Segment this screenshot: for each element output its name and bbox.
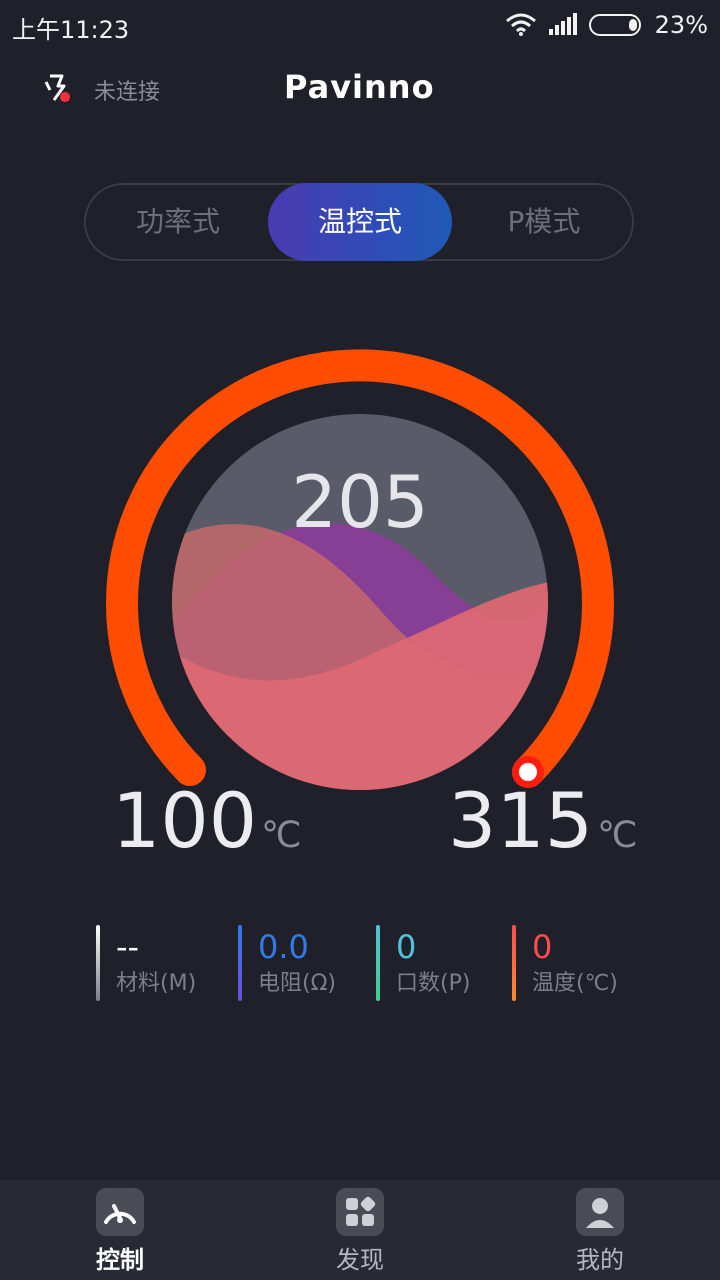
battery-percent: 23%	[654, 11, 708, 39]
app-header: 未连接 Pavinno	[0, 60, 720, 120]
stat-temperature: 0 温度(℃)	[512, 925, 618, 1003]
tab-p-mode[interactable]: P模式	[452, 183, 636, 261]
min-temperature: 100 ℃	[112, 776, 302, 865]
disconnected-device-icon[interactable]	[42, 72, 72, 104]
stat-resistance: 0.0 电阻(Ω)	[238, 925, 336, 1003]
stat-material: -- 材料(M)	[96, 925, 196, 1003]
connection-status[interactable]: 未连接	[94, 74, 160, 106]
gauge-icon	[96, 1188, 144, 1236]
tab-profile[interactable]: 我的	[480, 1180, 720, 1280]
wifi-icon	[505, 13, 536, 36]
max-temperature: 315 ℃	[448, 776, 638, 865]
brand-logo: Pavinno	[284, 68, 435, 106]
stats-panel: -- 材料(M) 0.0 电阻(Ω) 0 口数(P) 0 温度(℃)	[96, 925, 656, 1005]
current-temperature: 205	[291, 460, 429, 544]
tab-power-mode[interactable]: 功率式	[86, 183, 270, 261]
tab-control[interactable]: 控制	[0, 1180, 240, 1280]
min-unit: ℃	[261, 815, 302, 856]
status-time: 上午11:23	[12, 16, 130, 44]
battery-icon	[588, 14, 641, 36]
tab-discover[interactable]: 发现	[240, 1180, 480, 1280]
tab-temperature-mode[interactable]: 温控式	[268, 183, 452, 261]
signal-icon	[548, 13, 577, 35]
user-icon	[576, 1188, 624, 1236]
stat-puffs: 0 口数(P)	[376, 925, 470, 1003]
status-bar: 上午11:23 23%	[0, 0, 720, 50]
bottom-tabbar: 控制 发现 我的	[0, 1180, 720, 1280]
mode-switch: 功率式 温控式 P模式	[84, 183, 634, 261]
status-icons: 23%	[505, 10, 708, 40]
apps-icon	[336, 1188, 384, 1236]
max-unit: ℃	[597, 815, 638, 856]
